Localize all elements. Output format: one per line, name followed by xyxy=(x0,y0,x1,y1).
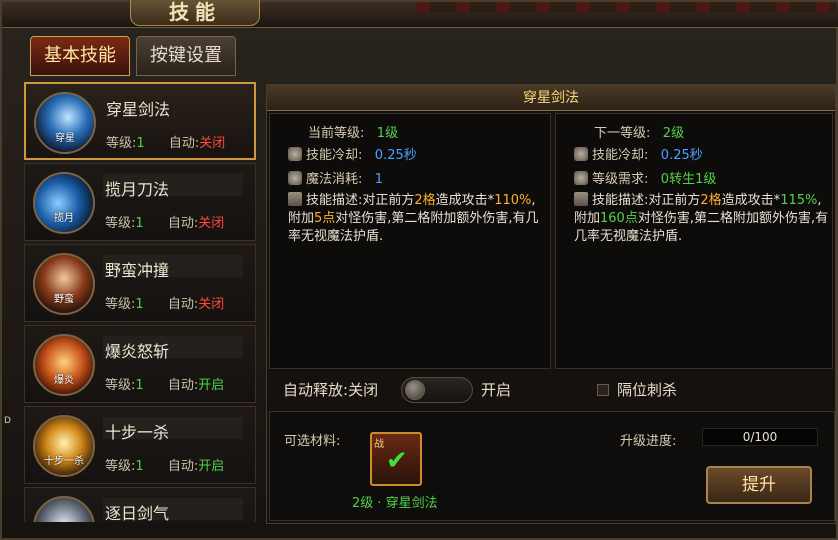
detail-title: 穿星剑法 xyxy=(267,85,835,111)
skill-meta: 等级:1 自动:关闭 xyxy=(106,136,226,151)
blue-arc-icon: 揽月 xyxy=(33,172,95,234)
skill-meta: 等级:1 自动:开启 xyxy=(105,459,225,474)
skill-name: 穿星剑法 xyxy=(106,100,171,119)
scroll-icon xyxy=(288,192,302,206)
progress-label: 升级进度: xyxy=(620,434,677,449)
skill-item-zhuri[interactable]: 逐日剑气 xyxy=(24,487,256,522)
material-tag: 战 xyxy=(374,439,384,450)
upgrade-progress-bar: 0/100 xyxy=(702,428,818,446)
materials-label: 可选材料: xyxy=(284,434,341,449)
skill-list[interactable]: 穿星 穿星剑法 等级:1 自动:关闭 揽月 揽月刀法 等级:1 自动:关闭 野蛮… xyxy=(24,82,258,522)
next-level-panel: 下一等级: 2级 技能冷却: 0.25秒 等级需求: 0转生1级 技能描述:对正… xyxy=(555,113,833,369)
current-level-row: 当前等级: 1级 xyxy=(308,126,399,141)
level-requirement-row: 等级需求: 0转生1级 xyxy=(574,168,716,187)
material-name: 2级 · 穿星剑法 xyxy=(352,496,438,511)
next-description: 技能描述:对正前方2格造成攻击*115%,附加160点对怪伤害,第二格附加额外伤… xyxy=(574,192,829,244)
skill-window: 技能 基本技能 按键设置 穿星 穿星剑法 等级:1 自动:关闭 揽月 揽月刀法 … xyxy=(0,0,838,540)
skill-detail-panel: 穿星剑法 当前等级: 1级 技能冷却: 0.25秒 魔法消耗: 1 技能描述:对… xyxy=(266,84,836,524)
requirement-icon xyxy=(574,171,588,185)
skill-item-shibu[interactable]: 十步一杀 十步一杀 等级:1 自动:开启 xyxy=(24,406,256,484)
skill-item-chuanxing[interactable]: 穿星 穿星剑法 等级:1 自动:关闭 xyxy=(24,82,256,160)
cooldown-row: 技能冷却: 0.25秒 xyxy=(288,144,417,163)
title-ornament xyxy=(416,2,836,12)
skill-item-lanyue[interactable]: 揽月 揽月刀法 等级:1 自动:关闭 xyxy=(24,163,256,241)
skill-name: 逐日剑气 xyxy=(105,504,170,522)
auto-cast-label: 自动释放:关闭 xyxy=(283,381,379,399)
cooldown-icon xyxy=(574,147,588,161)
golden-strike-icon: 十步一杀 xyxy=(33,415,95,477)
window-title: 技能 xyxy=(130,0,260,26)
charge-icon: 野蛮 xyxy=(33,253,95,315)
next-cooldown-row: 技能冷却: 0.25秒 xyxy=(574,144,703,163)
edge-label: D xyxy=(4,416,11,426)
auto-cast-toggle[interactable] xyxy=(401,377,473,403)
upgrade-button[interactable]: 提升 xyxy=(706,466,812,504)
material-slot[interactable]: 战 ✔ xyxy=(370,432,422,486)
separated-kill-checkbox[interactable] xyxy=(597,384,609,396)
skill-item-baoyan[interactable]: 爆炎 爆炎怒斩 等级:1 自动:开启 xyxy=(24,325,256,403)
skill-name: 爆炎怒斩 xyxy=(105,342,170,361)
current-level-panel: 当前等级: 1级 技能冷却: 0.25秒 魔法消耗: 1 技能描述:对正前方2格… xyxy=(269,113,551,369)
skill-name: 十步一杀 xyxy=(105,423,170,442)
skill-item-yeman[interactable]: 野蛮 野蛮冲撞 等级:1 自动:关闭 xyxy=(24,244,256,322)
skill-meta: 等级:1 自动:关闭 xyxy=(105,297,225,312)
cooldown-icon xyxy=(288,147,302,161)
skill-meta: 等级:1 自动:开启 xyxy=(105,378,225,393)
skill-name: 野蛮冲撞 xyxy=(105,261,170,280)
progress-text: 0/100 xyxy=(742,430,778,444)
mana-cost-row: 魔法消耗: 1 xyxy=(288,168,383,187)
auto-cast-on-label: 开启 xyxy=(481,381,512,399)
skill-meta: 等级:1 自动:关闭 xyxy=(105,216,225,231)
skill-name: 揽月刀法 xyxy=(105,180,170,199)
scroll-icon xyxy=(574,192,588,206)
mana-icon xyxy=(288,171,302,185)
blue-slash-icon: 穿星 xyxy=(34,92,96,154)
next-level-row: 下一等级: 2级 xyxy=(594,126,685,141)
checkmark-icon: ✔ xyxy=(386,446,408,476)
steel-blade-icon xyxy=(33,496,95,522)
tab-key-settings[interactable]: 按键设置 xyxy=(136,36,236,76)
fire-slash-icon: 爆炎 xyxy=(33,334,95,396)
current-description: 技能描述:对正前方2格造成攻击*110%,附加5点对怪伤害,第二格附加额外伤害,… xyxy=(288,192,539,244)
upgrade-section: 可选材料: 战 ✔ 2级 · 穿星剑法 升级进度: 0/100 提升 xyxy=(269,411,835,521)
tab-basic-skills[interactable]: 基本技能 xyxy=(30,36,130,76)
separated-kill-label: 隔位刺杀 xyxy=(617,381,678,399)
toggle-knob xyxy=(405,380,425,400)
